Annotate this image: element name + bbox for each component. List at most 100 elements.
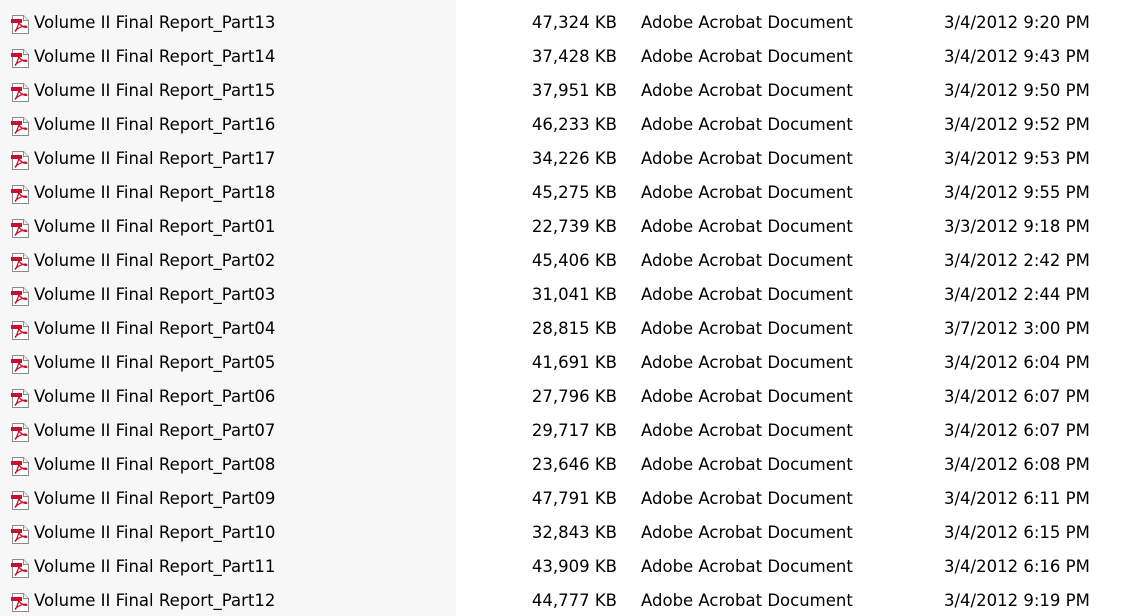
file-name[interactable]: Volume II Final Report_Part14 — [34, 40, 275, 74]
file-type: Adobe Acrobat Document — [641, 489, 853, 508]
file-name[interactable]: Volume II Final Report_Part06 — [34, 380, 275, 414]
pdf-icon — [10, 183, 31, 204]
file-size: 41,691 KB — [531, 353, 617, 372]
file-name[interactable]: Volume II Final Report_Part17 — [34, 142, 275, 176]
file-size: 23,646 KB — [531, 455, 617, 474]
pdf-icon — [10, 523, 31, 544]
pdf-icon — [10, 353, 31, 374]
file-size: 31,041 KB — [531, 285, 617, 304]
pdf-icon — [10, 285, 31, 306]
file-row[interactable]: Volume II Final Report_Part03 31,041 KB … — [0, 278, 1127, 312]
file-name[interactable]: Volume II Final Report_Part04 — [34, 312, 275, 346]
pdf-icon — [10, 47, 31, 68]
file-size: 37,951 KB — [531, 81, 617, 100]
file-row[interactable]: Volume II Final Report_Part01 22,739 KB … — [0, 210, 1127, 244]
file-row[interactable]: Volume II Final Report_Part12 44,777 KB … — [0, 584, 1127, 616]
file-type: Adobe Acrobat Document — [641, 353, 853, 372]
file-name[interactable]: Volume II Final Report_Part01 — [34, 210, 275, 244]
file-date-modified: 3/4/2012 9:55 PM — [944, 183, 1090, 202]
file-date-modified: 3/4/2012 6:16 PM — [944, 557, 1090, 576]
file-type: Adobe Acrobat Document — [641, 319, 853, 338]
file-name[interactable]: Volume II Final Report_Part02 — [34, 244, 275, 278]
file-name[interactable]: Volume II Final Report_Part18 — [34, 176, 275, 210]
file-size: 43,909 KB — [531, 557, 617, 576]
file-row[interactable]: Volume II Final Report_Part13 47,324 KB … — [0, 6, 1127, 40]
file-row[interactable]: Volume II Final Report_Part05 41,691 KB … — [0, 346, 1127, 380]
file-type: Adobe Acrobat Document — [641, 591, 853, 610]
file-row[interactable]: Volume II Final Report_Part07 29,717 KB … — [0, 414, 1127, 448]
file-date-modified: 3/4/2012 9:19 PM — [944, 591, 1090, 610]
file-type: Adobe Acrobat Document — [641, 13, 853, 32]
file-name[interactable]: Volume II Final Report_Part09 — [34, 482, 275, 516]
pdf-icon — [10, 217, 31, 238]
file-row[interactable]: Volume II Final Report_Part10 32,843 KB … — [0, 516, 1127, 550]
file-name[interactable]: Volume II Final Report_Part13 — [34, 6, 275, 40]
pdf-icon — [10, 591, 31, 612]
pdf-icon — [10, 421, 31, 442]
pdf-icon — [10, 81, 31, 102]
file-name[interactable]: Volume II Final Report_Part16 — [34, 108, 275, 142]
file-name[interactable]: Volume II Final Report_Part15 — [34, 74, 275, 108]
pdf-icon — [10, 557, 31, 578]
pdf-icon — [10, 455, 31, 476]
file-date-modified: 3/4/2012 9:43 PM — [944, 47, 1090, 66]
file-name[interactable]: Volume II Final Report_Part12 — [34, 584, 275, 616]
pdf-icon — [10, 115, 31, 136]
file-row[interactable]: Volume II Final Report_Part15 37,951 KB … — [0, 74, 1127, 108]
file-row[interactable]: Volume II Final Report_Part06 27,796 KB … — [0, 380, 1127, 414]
file-row[interactable]: Volume II Final Report_Part17 34,226 KB … — [0, 142, 1127, 176]
file-row[interactable]: Volume II Final Report_Part09 47,791 KB … — [0, 482, 1127, 516]
file-size: 29,717 KB — [531, 421, 617, 440]
file-name[interactable]: Volume II Final Report_Part10 — [34, 516, 275, 550]
file-size: 34,226 KB — [531, 149, 617, 168]
file-date-modified: 3/4/2012 2:42 PM — [944, 251, 1090, 270]
file-size: 45,275 KB — [531, 183, 617, 202]
pdf-icon — [10, 387, 31, 408]
file-date-modified: 3/4/2012 9:50 PM — [944, 81, 1090, 100]
file-size: 47,324 KB — [531, 13, 617, 32]
file-type: Adobe Acrobat Document — [641, 149, 853, 168]
file-size: 37,428 KB — [531, 47, 617, 66]
file-type: Adobe Acrobat Document — [641, 455, 853, 474]
file-row[interactable]: Volume II Final Report_Part04 28,815 KB … — [0, 312, 1127, 346]
file-list: Volume II Final Report_Part13 47,324 KB … — [0, 0, 1127, 616]
file-name[interactable]: Volume II Final Report_Part03 — [34, 278, 275, 312]
file-type: Adobe Acrobat Document — [641, 421, 853, 440]
file-date-modified: 3/4/2012 6:11 PM — [944, 489, 1090, 508]
file-size: 28,815 KB — [531, 319, 617, 338]
file-row[interactable]: Volume II Final Report_Part02 45,406 KB … — [0, 244, 1127, 278]
file-date-modified: 3/3/2012 9:18 PM — [944, 217, 1090, 236]
file-row[interactable]: Volume II Final Report_Part14 37,428 KB … — [0, 40, 1127, 74]
file-type: Adobe Acrobat Document — [641, 387, 853, 406]
file-type: Adobe Acrobat Document — [641, 183, 853, 202]
file-size: 44,777 KB — [531, 591, 617, 610]
file-name[interactable]: Volume II Final Report_Part08 — [34, 448, 275, 482]
file-name[interactable]: Volume II Final Report_Part07 — [34, 414, 275, 448]
file-date-modified: 3/4/2012 6:15 PM — [944, 523, 1090, 542]
file-size: 32,843 KB — [531, 523, 617, 542]
file-size: 22,739 KB — [531, 217, 617, 236]
file-type: Adobe Acrobat Document — [641, 557, 853, 576]
pdf-icon — [10, 489, 31, 510]
file-date-modified: 3/7/2012 3:00 PM — [944, 319, 1090, 338]
file-type: Adobe Acrobat Document — [641, 217, 853, 236]
file-row[interactable]: Volume II Final Report_Part16 46,233 KB … — [0, 108, 1127, 142]
file-size: 46,233 KB — [531, 115, 617, 134]
pdf-icon — [10, 149, 31, 170]
file-name[interactable]: Volume II Final Report_Part05 — [34, 346, 275, 380]
file-size: 47,791 KB — [531, 489, 617, 508]
file-date-modified: 3/4/2012 6:07 PM — [944, 421, 1090, 440]
file-date-modified: 3/4/2012 6:07 PM — [944, 387, 1090, 406]
file-name[interactable]: Volume II Final Report_Part11 — [34, 550, 275, 584]
file-date-modified: 3/4/2012 9:53 PM — [944, 149, 1090, 168]
pdf-icon — [10, 13, 31, 34]
file-row[interactable]: Volume II Final Report_Part11 43,909 KB … — [0, 550, 1127, 584]
file-type: Adobe Acrobat Document — [641, 523, 853, 542]
file-date-modified: 3/4/2012 9:52 PM — [944, 115, 1090, 134]
file-type: Adobe Acrobat Document — [641, 115, 853, 134]
file-row[interactable]: Volume II Final Report_Part18 45,275 KB … — [0, 176, 1127, 210]
file-row[interactable]: Volume II Final Report_Part08 23,646 KB … — [0, 448, 1127, 482]
file-size: 45,406 KB — [531, 251, 617, 270]
pdf-icon — [10, 251, 31, 272]
file-date-modified: 3/4/2012 2:44 PM — [944, 285, 1090, 304]
